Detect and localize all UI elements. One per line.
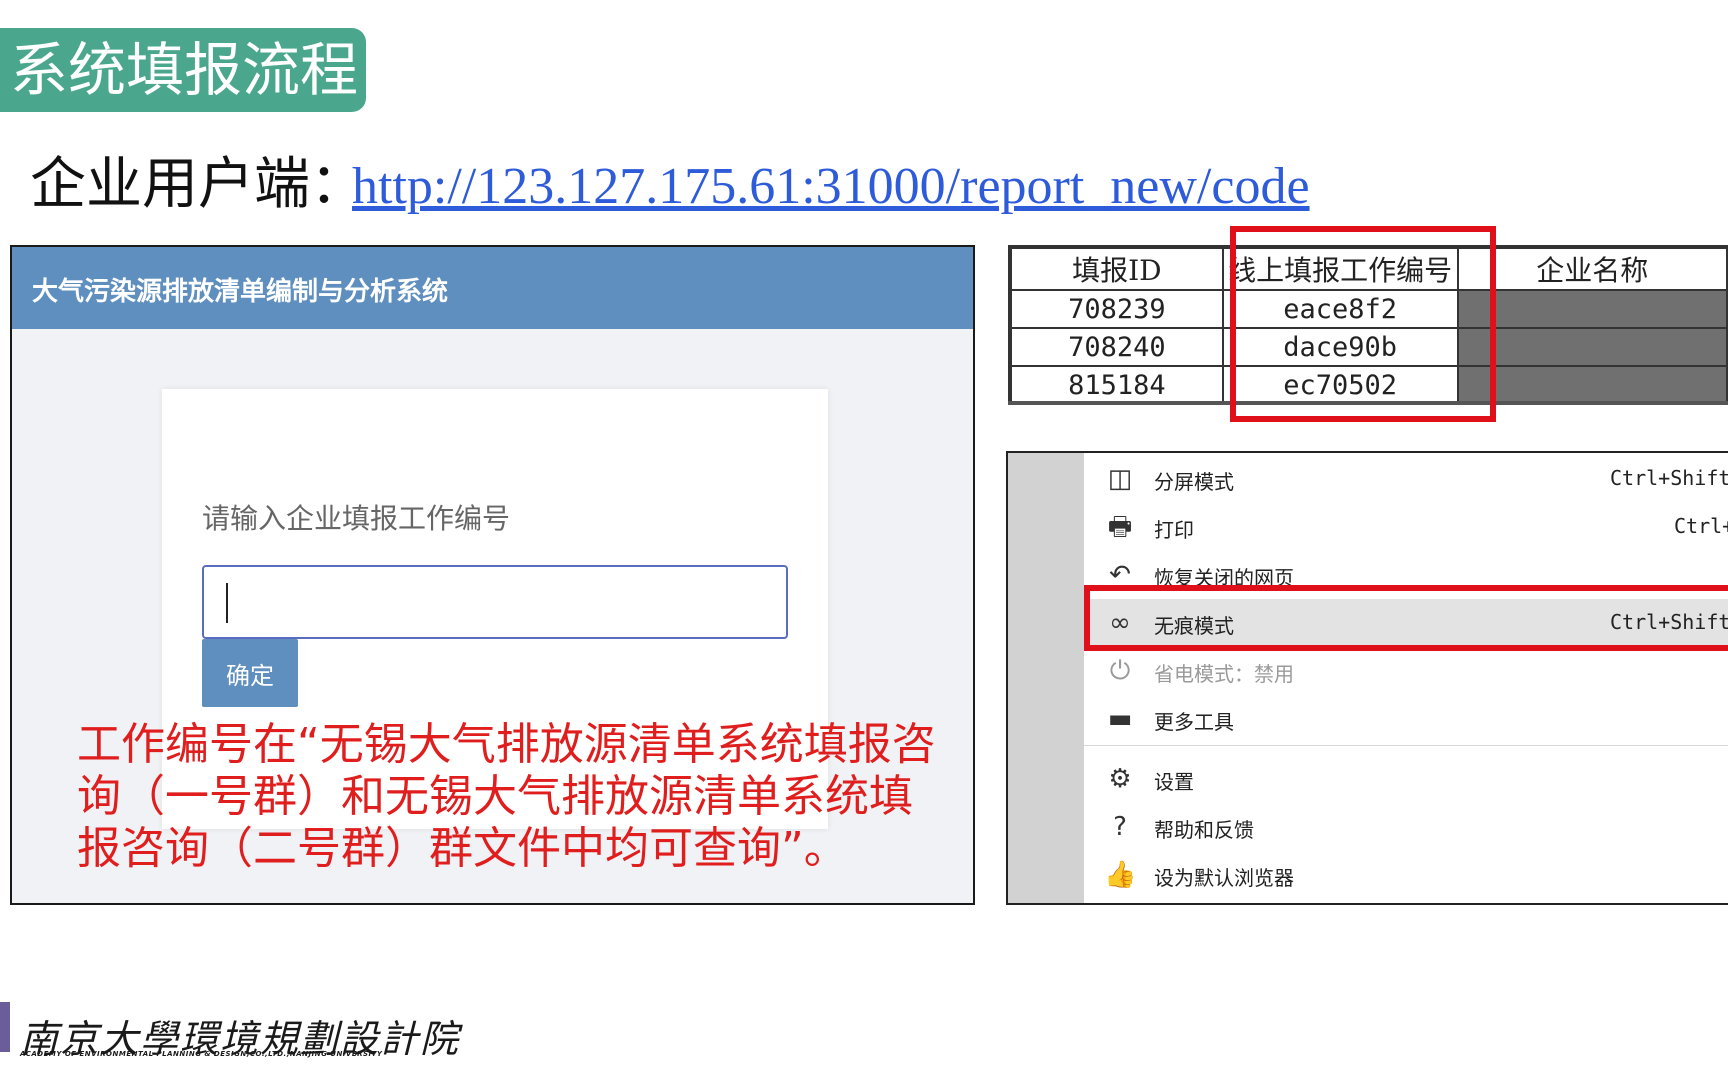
confirm-button[interactable]: 确定 xyxy=(202,639,298,707)
cell-company-name-redacted xyxy=(1456,365,1728,403)
printer-icon: 🖶 xyxy=(1107,512,1133,542)
system-title: 大气污染源排放清单编制与分析系统 xyxy=(32,277,449,307)
subtitle-label: 企业用户端： xyxy=(30,152,366,217)
report-url-link[interactable]: http://123.127.175.61:31000/report_new/c… xyxy=(352,156,1310,218)
cell-report-id: 815184 xyxy=(1010,365,1224,403)
menu-item-power-saving: ⏻ 省电模式：禁用 xyxy=(1084,647,1728,695)
text-caret xyxy=(226,583,228,623)
org-logo-icon xyxy=(0,1002,10,1052)
menu-item-print[interactable]: 🖶 打印 Ctrl+ xyxy=(1084,503,1728,551)
menu-item-label: 帮助和反馈 xyxy=(1154,818,1254,842)
work-code-note: 工作编号在“无锡大气排放源清单系统填报咨询（一号群）和无锡大气排放源清单系统填报… xyxy=(77,719,936,874)
cell-company-name-redacted xyxy=(1456,289,1728,329)
login-screenshot: 大气污染源排放清单编制与分析系统 请输入企业填报工作编号 确定 工作编号在“无锡… xyxy=(10,245,975,905)
header-report-id: 填报ID xyxy=(1010,247,1224,291)
menu-item-label: 分屏模式 xyxy=(1154,470,1234,494)
gear-icon: ⚙ xyxy=(1108,764,1132,794)
cell-report-id: 708239 xyxy=(1010,289,1224,329)
cell-company-name-redacted xyxy=(1456,327,1728,367)
menu-item-label: 更多工具 xyxy=(1154,710,1234,734)
menu-divider xyxy=(1084,745,1728,746)
login-header-bar: 大气污染源排放清单编制与分析系统 xyxy=(12,247,973,329)
split-screen-icon: ◫ xyxy=(1107,464,1133,494)
menu-item-label: 设为默认浏览器 xyxy=(1154,866,1294,890)
menu-item-split-screen[interactable]: ◫ 分屏模式 Ctrl+Shift+ xyxy=(1084,455,1728,503)
menu-item-shortcut: Ctrl+Shift+ xyxy=(1610,466,1728,490)
menu-item-default-browser[interactable]: 👍 设为默认浏览器 xyxy=(1084,851,1728,899)
menu-side-strip xyxy=(1008,453,1084,903)
power-plug-icon: ⏻ xyxy=(1109,656,1131,686)
org-name-english: ACADEMY OF ENVIRONMENTAL PLANNING & DESI… xyxy=(20,1050,383,1058)
incognito-highlight-box xyxy=(1084,585,1728,651)
toolbox-icon: ▬ xyxy=(1107,704,1133,734)
thumbs-up-icon: 👍 xyxy=(1104,860,1137,890)
menu-item-label: 设置 xyxy=(1154,770,1194,794)
work-code-input[interactable] xyxy=(202,565,788,639)
menu-item-label: 省电模式：禁用 xyxy=(1154,662,1294,686)
menu-item-settings[interactable]: ⚙ 设置 xyxy=(1084,755,1728,803)
work-code-column-highlight xyxy=(1230,226,1496,422)
work-code-prompt: 请输入企业填报工作编号 xyxy=(202,502,511,535)
menu-item-help[interactable]: ? 帮助和反馈 xyxy=(1084,803,1728,851)
browser-menu-screenshot: ◫ 分屏模式 Ctrl+Shift+ 🖶 打印 Ctrl+ ↶ 恢复关闭的网页 … xyxy=(1006,451,1728,905)
help-icon: ? xyxy=(1113,812,1127,842)
menu-item-label: 打印 xyxy=(1154,518,1194,542)
header-company-name: 企业名称 xyxy=(1456,247,1728,291)
menu-item-shortcut: Ctrl+ xyxy=(1674,514,1728,538)
menu-item-more-tools[interactable]: ▬ 更多工具 xyxy=(1084,695,1728,743)
cell-report-id: 708240 xyxy=(1010,327,1224,367)
slide-title: 系统填报流程 xyxy=(10,36,359,104)
